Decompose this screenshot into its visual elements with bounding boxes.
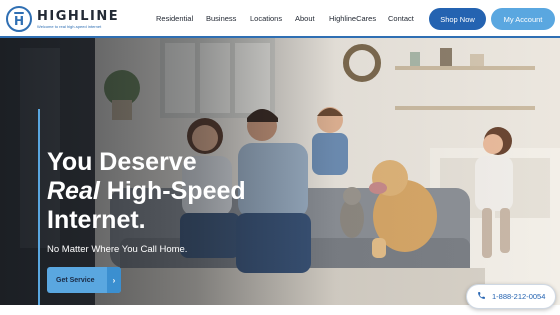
nav-business[interactable]: Business bbox=[206, 14, 236, 23]
nav-residential[interactable]: Residential bbox=[156, 14, 193, 23]
hero-subhead: No Matter Where You Call Home. bbox=[47, 244, 188, 255]
nav-locations[interactable]: Locations bbox=[250, 14, 282, 23]
brand-name: HIGHLINE bbox=[37, 8, 120, 24]
headline-line-2-rest: High-Speed bbox=[99, 177, 246, 205]
nav-contact[interactable]: Contact bbox=[388, 14, 414, 23]
get-service-label: Get Service bbox=[56, 276, 95, 284]
headline-emphasis: Real bbox=[47, 177, 100, 205]
headline-line-1: You Deserve bbox=[47, 148, 197, 176]
phone-call-button[interactable]: 1-888-212-0054 bbox=[466, 284, 556, 309]
my-account-button[interactable]: My Account bbox=[491, 8, 555, 30]
chevron-right-icon: › bbox=[107, 267, 121, 293]
headline-line-3: Internet. bbox=[47, 206, 146, 234]
nav-about[interactable]: About bbox=[295, 14, 315, 23]
hero-headline: You Deserve Real High-Speed Internet. bbox=[47, 148, 307, 235]
nav-highlinecares[interactable]: HighlineCares bbox=[329, 14, 376, 23]
phone-icon bbox=[477, 291, 486, 302]
phone-number: 1-888-212-0054 bbox=[492, 292, 546, 301]
headline-line-2: Real High-Speed bbox=[47, 177, 307, 206]
brand-tagline: Welcome to real high-speed internet bbox=[37, 23, 102, 29]
logo-text: HIGHLINE Welcome to real high-speed inte… bbox=[37, 9, 119, 30]
hero-accent-line bbox=[38, 109, 40, 311]
get-service-button[interactable]: Get Service › bbox=[47, 267, 121, 293]
shop-now-button[interactable]: Shop Now bbox=[429, 8, 486, 30]
brand-logo[interactable]: H HIGHLINE Welcome to real high-speed in… bbox=[6, 5, 119, 33]
site-header: H HIGHLINE Welcome to real high-speed in… bbox=[0, 0, 560, 38]
logo-mark-icon: H bbox=[6, 6, 32, 32]
